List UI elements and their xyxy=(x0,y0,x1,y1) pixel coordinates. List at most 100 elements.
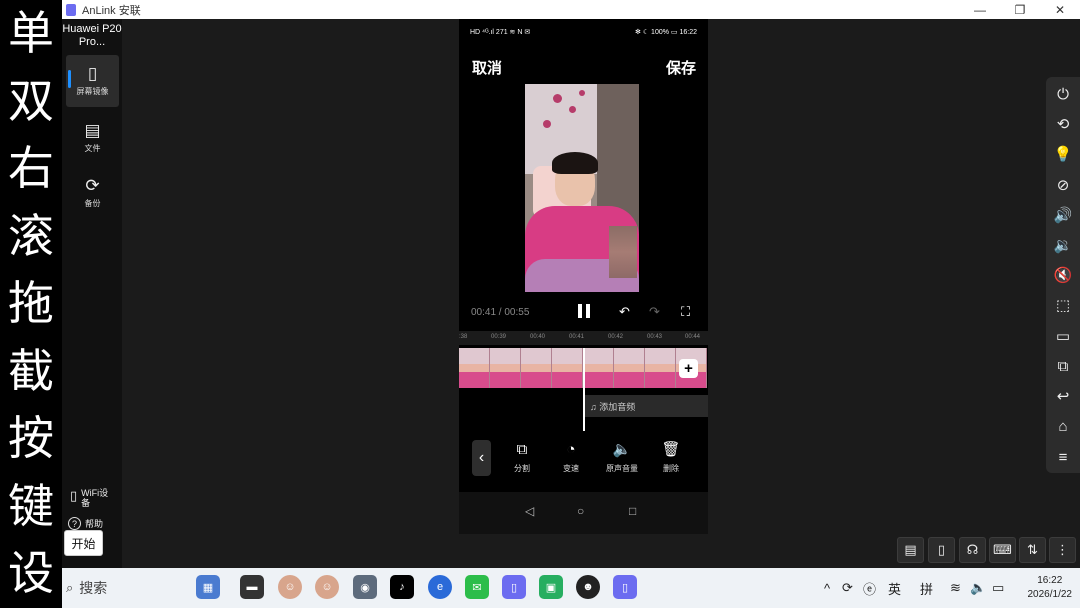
save-button[interactable]: 保存 xyxy=(666,57,696,78)
close-button[interactable]: ✕ xyxy=(1040,0,1080,19)
editor-topbar: 取消 保存 xyxy=(459,55,708,79)
overlay-char-right: 右 xyxy=(8,141,54,195)
anlink-taskbar-icon[interactable]: ▯ xyxy=(502,575,526,599)
rotate-icon[interactable]: ⟲ xyxy=(1046,109,1080,139)
power-icon[interactable]: ⏻ xyxy=(1046,79,1080,109)
taskview-icon[interactable]: ▬ xyxy=(240,575,264,599)
screen-on-icon[interactable]: 💡 xyxy=(1046,139,1080,169)
home-icon[interactable]: ⌂ xyxy=(1046,411,1080,441)
sidebar-item-help[interactable]: ? 帮助 xyxy=(68,517,103,530)
sidebar-item-label: 屏幕镜像 xyxy=(76,87,109,96)
wechat-icon[interactable]: ✉ xyxy=(465,575,489,599)
wall-flower xyxy=(569,106,576,113)
wifi-device-icon: ▯ xyxy=(70,488,78,503)
add-clip-button[interactable]: + xyxy=(679,359,698,378)
qq-icon[interactable]: ☻ xyxy=(576,575,600,599)
taskbar: ⌕ 搜索 ▦ ▬ ☺ ☺ ◉ ♪ e ✉ ▯ ▣ ☻ ▯ ^ ⟳ ⓔ 英 拼 ≋… xyxy=(62,568,1080,608)
home-circle-icon[interactable]: ○ xyxy=(577,504,584,518)
recents-square-icon[interactable]: □ xyxy=(629,504,636,518)
film-frame xyxy=(614,348,645,388)
phone-mirror-screen[interactable]: HD ⁴ᴳ.ıl 271 ≋ N ✉ ✻ ☾ 100% ▭ 16:22 取消 保… xyxy=(459,19,708,534)
playback-time: 00:41 / 00:55 xyxy=(471,307,530,318)
fullscreen-icon[interactable]: ⛶ xyxy=(681,304,690,320)
browser-icon[interactable]: e xyxy=(428,575,452,599)
sidebar-item-files[interactable]: ▤ 文件 xyxy=(66,112,119,164)
region-capture-icon[interactable]: ⧉ xyxy=(1046,351,1080,381)
tool-label: 分割 xyxy=(514,464,530,473)
keyboard-icon[interactable]: ⌨ xyxy=(989,537,1016,563)
tool-original-volume[interactable]: 🔈 原声音量 xyxy=(605,441,639,474)
volume-down-icon[interactable]: 🔉 xyxy=(1046,230,1080,260)
mute-icon[interactable]: 🔇 xyxy=(1046,260,1080,290)
volume-up-icon[interactable]: 🔊 xyxy=(1046,200,1080,230)
pause-icon[interactable] xyxy=(577,304,591,318)
search-icon: ⌕ xyxy=(66,580,74,595)
sidebar-item-screen-mirror[interactable]: ▯ 屏幕镜像 xyxy=(66,55,119,107)
right-toolbar: ⏻ ⟲ 💡 ⊘ 🔊 🔉 🔇 ⬚ ▭ ⧉ ↩ ⌂ ≡ xyxy=(1046,77,1080,473)
headset-icon[interactable]: ☊ xyxy=(959,537,986,563)
device-name[interactable]: Huawei P20 Pro... xyxy=(62,19,122,49)
chevron-left-icon[interactable]: ‹ xyxy=(472,440,491,476)
phone-rotate-icon[interactable]: ▯ xyxy=(928,537,955,563)
screenshot-icon[interactable]: ⬚ xyxy=(1046,290,1080,320)
menu-icon[interactable]: ≡ xyxy=(1046,442,1080,472)
iqiyi-icon[interactable]: ▣ xyxy=(539,575,563,599)
tool-split[interactable]: ⧉ 分割 xyxy=(507,441,537,474)
window-titlebar: AnLink 安联 — ❐ ✕ xyxy=(62,0,1080,19)
wall-flower xyxy=(553,94,562,103)
speaker-icon: 🔈 xyxy=(612,441,632,458)
phone-icon: ▯ xyxy=(87,64,98,83)
restore-button[interactable]: ❐ xyxy=(1000,0,1040,19)
battery-icon[interactable]: ▭ xyxy=(992,568,1004,608)
sidebar-item-backup[interactable]: ⟳ 备份 xyxy=(66,167,119,219)
timeline-tick: 00:42 xyxy=(608,334,624,340)
folder-icon: ▤ xyxy=(84,121,101,140)
overlay-char-single: 单 xyxy=(8,6,54,60)
record-icon[interactable]: ▭ xyxy=(1046,321,1080,351)
avatar-app-icon[interactable]: ☺ xyxy=(315,575,339,599)
add-audio-button[interactable]: ♫ 添加音频 xyxy=(585,395,708,417)
overlay-char-press: 按 xyxy=(8,411,54,465)
back-triangle-icon[interactable]: ◁ xyxy=(525,504,534,518)
tool-speed[interactable]: ◔ 变速 xyxy=(556,441,586,474)
undo-icon[interactable]: ↶ xyxy=(619,304,630,320)
taskbar-clock[interactable]: 16:22 2026/1/22 xyxy=(1028,574,1073,602)
tool-label: 删除 xyxy=(663,464,679,473)
more-icon[interactable]: ⋮ xyxy=(1049,537,1076,563)
cancel-button[interactable]: 取消 xyxy=(472,57,502,78)
tray-chevron-up-icon[interactable]: ^ xyxy=(824,568,830,608)
anlink-taskbar-icon[interactable]: ▯ xyxy=(613,575,637,599)
screen-off-icon[interactable]: ⊘ xyxy=(1046,170,1080,200)
wall-flower xyxy=(543,120,551,128)
status-left: HD ⁴ᴳ.ıl 271 ≋ N ✉ xyxy=(470,29,531,36)
tool-delete[interactable]: 🗑 删除 xyxy=(656,441,686,474)
playhead[interactable] xyxy=(583,348,585,431)
sidebar: Huawei P20 Pro... ▯ 屏幕镜像 ▤ 文件 ⟳ 备份 ▯ WiF… xyxy=(62,19,122,568)
film-frame xyxy=(459,348,490,388)
volume-icon[interactable]: 🔈 xyxy=(970,568,986,608)
clock-time: 16:22 xyxy=(1037,575,1063,586)
active-indicator xyxy=(68,70,71,88)
timeline-ruler[interactable]: :38 00:39 00:40 00:41 00:42 00:43 00:44 xyxy=(459,331,708,345)
sidebar-item-label: WiFi设备 xyxy=(81,488,109,508)
minimize-button[interactable]: — xyxy=(960,0,1000,19)
trash-icon: 🗑 xyxy=(661,441,681,458)
anlink-app-icon xyxy=(66,3,76,16)
layout-icon[interactable]: ▤ xyxy=(897,537,924,563)
video-preview[interactable] xyxy=(525,84,639,292)
tiktok-icon[interactable]: ♪ xyxy=(390,575,414,599)
wifi-icon[interactable]: ≋ xyxy=(950,568,961,608)
tray-refresh-icon[interactable]: ⟳ xyxy=(842,568,853,608)
transfer-icon[interactable]: ⇅ xyxy=(1019,537,1046,563)
ime-english[interactable]: 英 xyxy=(888,568,901,608)
back-icon[interactable]: ↩ xyxy=(1046,381,1080,411)
tray-browser-icon[interactable]: ⓔ xyxy=(863,568,876,608)
redo-icon[interactable]: ↷ xyxy=(649,304,660,320)
avatar-app-icon[interactable]: ☺ xyxy=(278,575,302,599)
camera-icon[interactable]: ◉ xyxy=(353,575,377,599)
playback-controls: 00:41 / 00:55 ↶ ↷ ⛶ xyxy=(459,301,708,325)
start-tooltip: 开始 xyxy=(64,530,103,556)
widget-icon[interactable]: ▦ xyxy=(196,575,220,599)
sidebar-item-wifi-device[interactable]: ▯ WiFi设备 xyxy=(70,488,111,508)
ime-pinyin[interactable]: 拼 xyxy=(920,568,933,608)
